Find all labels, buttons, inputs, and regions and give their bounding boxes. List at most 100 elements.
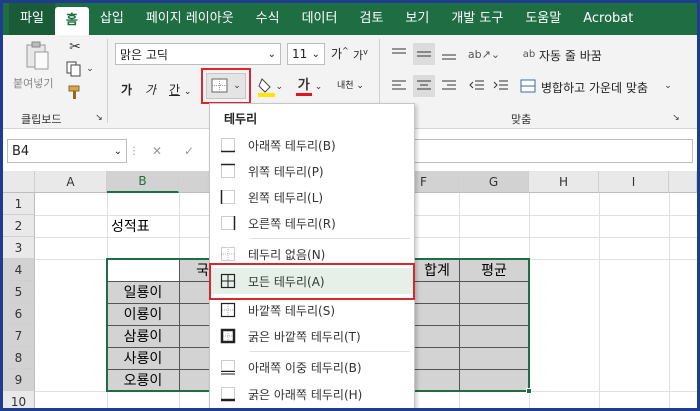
- wrap-text-icon[interactable]: ab: [521, 45, 537, 63]
- column-header-i[interactable]: I: [599, 171, 669, 193]
- column-header-j[interactable]: [669, 171, 697, 193]
- ribbon-tabs: 파일 홈 삽입 페이지 레이아웃 수식 데이터 검토 보기 개발 도구 도움말 …: [3, 3, 697, 35]
- row-header-5[interactable]: 5: [3, 281, 35, 303]
- tab-file[interactable]: 파일: [9, 3, 55, 35]
- font-size-box[interactable]: 11 ⌄: [287, 43, 325, 65]
- row-header-6[interactable]: 6: [3, 303, 35, 325]
- align-middle-icon[interactable]: [413, 43, 435, 65]
- align-left-icon[interactable]: [389, 77, 409, 95]
- merge-center-icon[interactable]: [519, 77, 537, 95]
- top-border-icon: [221, 163, 235, 178]
- fill-color-icon[interactable]: ⌄: [257, 75, 283, 99]
- menu-item-right-border[interactable]: 오른쪽 테두리(R): [211, 210, 414, 236]
- left-border-icon: [220, 190, 235, 204]
- tab-formulas[interactable]: 수식: [245, 3, 291, 35]
- double-bottom-border-icon: [221, 360, 235, 375]
- paste-icon[interactable]: [23, 41, 51, 71]
- orientation-icon[interactable]: ab↗⌄: [468, 45, 500, 63]
- outside-borders-icon: [220, 302, 236, 318]
- cell-c4[interactable]: 국: [179, 259, 209, 281]
- merge-center-button[interactable]: 병합하고 가운데 맞춤: [541, 79, 648, 96]
- confirm-entry-button[interactable]: ✓: [179, 141, 199, 161]
- chevron-down-icon[interactable]: ⌄: [663, 79, 673, 93]
- select-all-corner[interactable]: [3, 171, 35, 193]
- grow-font-button[interactable]: 가^: [331, 45, 349, 62]
- name-box[interactable]: B4 ⌄: [7, 139, 127, 163]
- phonetic-button[interactable]: 내천 ⌄: [337, 78, 364, 91]
- tab-insert[interactable]: 삽입: [89, 3, 135, 35]
- menu-item-thick-bottom-border[interactable]: 굵은 아래쪽 테두리(H): [211, 381, 414, 407]
- row-header-8[interactable]: 8: [3, 347, 35, 369]
- row-header-9[interactable]: 9: [3, 369, 35, 391]
- align-top-icon[interactable]: [389, 45, 409, 63]
- tab-view[interactable]: 보기: [394, 3, 440, 35]
- format-painter-icon[interactable]: [67, 85, 83, 101]
- align-right-icon[interactable]: [439, 77, 459, 95]
- underline-button[interactable]: 간 ⌄: [169, 81, 191, 98]
- name-box-value: B4: [12, 143, 30, 159]
- cell-b5[interactable]: 일룡이: [107, 281, 179, 303]
- cell-b6[interactable]: 이룡이: [107, 303, 179, 325]
- tab-developer[interactable]: 개발 도구: [440, 3, 514, 35]
- tab-review[interactable]: 검토: [348, 3, 394, 35]
- row-header-10[interactable]: 10: [3, 391, 35, 408]
- cell-b9[interactable]: 오룡이: [107, 369, 179, 391]
- borders-menu-title: 테두리: [224, 112, 258, 126]
- menu-item-double-bottom-border[interactable]: 아래쪽 이중 테두리(B): [211, 354, 414, 380]
- row-header-4[interactable]: 4: [3, 259, 35, 281]
- chevron-down-icon: ⌄: [267, 48, 276, 60]
- align-center-icon[interactable]: [413, 75, 435, 97]
- row-header-2[interactable]: 2: [3, 215, 35, 237]
- shrink-font-button[interactable]: 가v: [353, 47, 368, 63]
- tab-home[interactable]: 홈: [54, 7, 89, 35]
- column-header-b[interactable]: B: [107, 171, 179, 193]
- row-header-3[interactable]: 3: [3, 237, 35, 259]
- menu-divider: [250, 238, 410, 239]
- cell-b7[interactable]: 삼룡이: [107, 325, 179, 347]
- column-header-h[interactable]: H: [529, 171, 599, 193]
- cut-icon[interactable]: ✂: [67, 39, 83, 55]
- menu-item-outside-borders[interactable]: 바깥쪽 테두리(S): [211, 297, 414, 323]
- font-color-button[interactable]: 가 ⌄: [293, 75, 325, 99]
- tab-help[interactable]: 도움말: [514, 3, 572, 35]
- tab-page-layout[interactable]: 페이지 레이아웃: [135, 3, 245, 35]
- thick-bottom-border-icon: [221, 387, 235, 402]
- increase-indent-icon[interactable]: [491, 77, 511, 95]
- column-header-g[interactable]: G: [459, 171, 529, 193]
- highlight-all-borders: [209, 263, 415, 300]
- cancel-entry-button[interactable]: ✕: [147, 141, 167, 161]
- no-border-icon: [221, 247, 235, 261]
- excel-window: 파일 홈 삽입 페이지 레이아웃 수식 데이터 검토 보기 개발 도구 도움말 …: [0, 0, 700, 411]
- paste-button-label[interactable]: 붙여넣기: [13, 75, 53, 91]
- divider: [107, 39, 108, 123]
- cell-b8[interactable]: 사룡이: [107, 347, 179, 369]
- menu-item-thick-outside-borders[interactable]: 굵은 바깥쪽 테두리(T): [211, 323, 414, 349]
- cell-g4[interactable]: 평균: [459, 259, 529, 281]
- menu-item-left-border[interactable]: 왼쪽 테두리(L): [211, 184, 414, 210]
- clipboard-launcher-icon[interactable]: ↘: [94, 113, 104, 123]
- bold-button[interactable]: 가: [121, 81, 132, 98]
- menu-item-bottom-border[interactable]: 아래쪽 테두리(B): [211, 132, 414, 158]
- tab-acrobat[interactable]: Acrobat: [572, 3, 644, 35]
- fill-handle[interactable]: [526, 388, 532, 394]
- font-name-box[interactable]: 맑은 고딕 ⌄: [115, 43, 281, 65]
- column-header-a[interactable]: A: [35, 171, 107, 193]
- menu-item-top-border[interactable]: 위쪽 테두리(P): [211, 158, 414, 184]
- row-header-1[interactable]: 1: [3, 193, 35, 215]
- thick-outside-borders-icon: [220, 328, 236, 344]
- copy-dropdown-icon[interactable]: ⌄: [85, 63, 95, 75]
- cell-b2[interactable]: 성적표: [107, 215, 179, 237]
- italic-button[interactable]: 가: [145, 81, 156, 98]
- decrease-indent-icon[interactable]: [467, 77, 487, 95]
- wrap-text-button[interactable]: 자동 줄 바꿈: [539, 47, 602, 64]
- copy-icon[interactable]: [65, 61, 83, 77]
- more-icon: ⋮: [129, 145, 139, 157]
- font-size-value: 11: [292, 47, 308, 61]
- font-color-bar: [295, 92, 312, 96]
- cell-f4[interactable]: 합계: [415, 259, 459, 281]
- alignment-launcher-icon[interactable]: ↘: [671, 113, 681, 123]
- borders-menu: 테두리 아래쪽 테두리(B) 위쪽 테두리(P) 왼쪽 테두리(L) 오른쪽 테…: [209, 103, 415, 408]
- row-header-7[interactable]: 7: [3, 325, 35, 347]
- align-bottom-icon[interactable]: [439, 45, 459, 63]
- tab-data[interactable]: 데이터: [291, 3, 349, 35]
